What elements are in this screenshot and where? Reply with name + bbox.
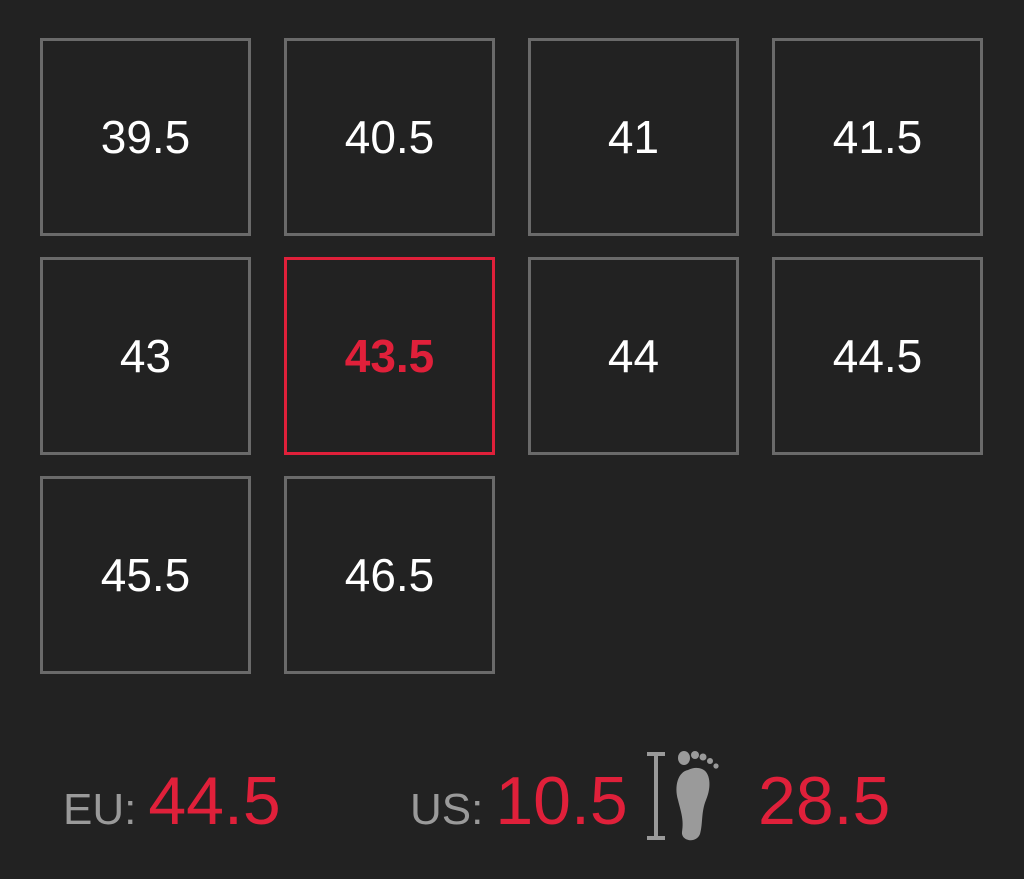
eu-value: 44.5 <box>148 763 281 839</box>
size-option[interactable]: 41 <box>528 38 739 236</box>
us-size-readout: US: 10.5 <box>410 762 628 840</box>
size-option[interactable]: 44 <box>528 257 739 455</box>
size-option[interactable]: 43 <box>40 257 251 455</box>
size-conversion-bar: EU: 44.5 US: 10.5 28.5 <box>0 740 1024 850</box>
foot-length-value: 28.5 <box>758 763 891 839</box>
us-value: 10.5 <box>495 763 628 839</box>
size-picker-panel: 39.5 40.5 41 41.5 43 43.5 44 44.5 45.5 4… <box>0 0 1024 879</box>
eu-size-readout: EU: 44.5 <box>63 762 281 840</box>
foot-length-icon <box>647 751 719 841</box>
size-option[interactable]: 39.5 <box>40 38 251 236</box>
size-option[interactable]: 41.5 <box>772 38 983 236</box>
size-option[interactable]: 44.5 <box>772 257 983 455</box>
size-option[interactable]: 45.5 <box>40 476 251 674</box>
size-option-selected[interactable]: 43.5 <box>284 257 495 455</box>
size-grid: 39.5 40.5 41 41.5 43 43.5 44 44.5 45.5 4… <box>40 38 983 674</box>
size-option[interactable]: 40.5 <box>284 38 495 236</box>
eu-label: EU: <box>63 785 137 834</box>
us-label: US: <box>410 785 484 834</box>
size-option[interactable]: 46.5 <box>284 476 495 674</box>
